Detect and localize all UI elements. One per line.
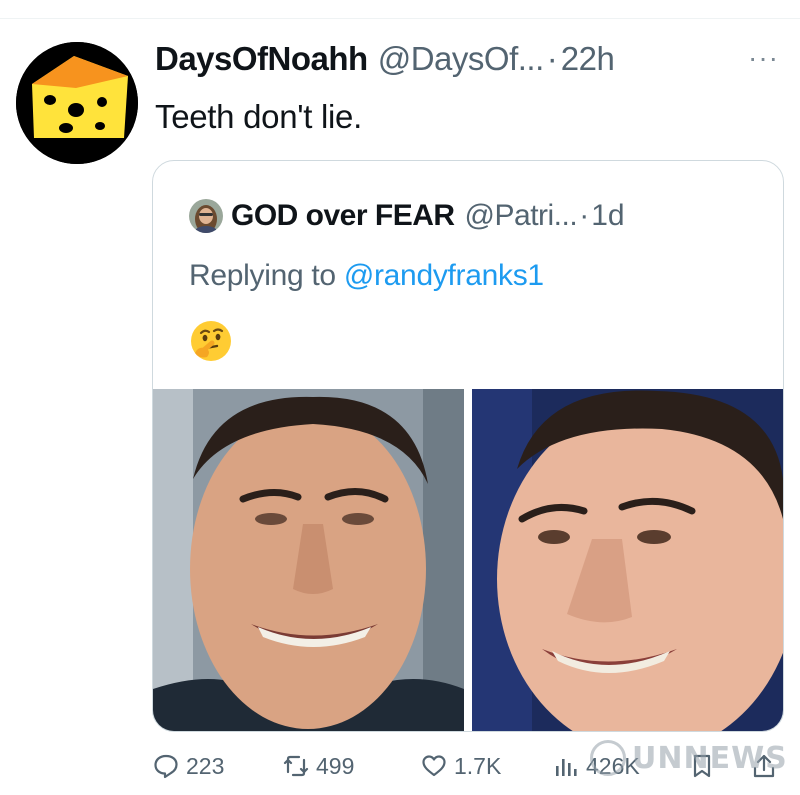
quoted-author-display-name[interactable]: GOD over FEAR <box>231 199 455 233</box>
photo-right[interactable] <box>472 389 783 731</box>
person-avatar-icon <box>189 199 223 233</box>
quoted-author-avatar[interactable] <box>189 199 223 233</box>
reply-button[interactable]: 223 <box>152 752 224 780</box>
retweet-button[interactable]: 499 <box>282 752 354 780</box>
author-handle[interactable]: @DaysOf... <box>378 40 545 78</box>
reply-icon <box>154 754 178 779</box>
photo-left[interactable] <box>153 389 464 731</box>
separator-dot: · <box>579 199 590 232</box>
thinking-face-icon <box>189 319 233 363</box>
author-display-name[interactable]: DaysOfNoahh <box>155 40 368 78</box>
retweet-count: 499 <box>316 752 355 779</box>
more-options-button[interactable]: ··· <box>748 42 779 74</box>
quoted-author-handle[interactable]: @Patri... <box>465 199 578 233</box>
like-count: 1.7K <box>454 752 502 779</box>
reply-count: 223 <box>186 752 225 779</box>
cheese-avatar-icon <box>16 42 138 164</box>
mention-link[interactable]: @randyfranks1 <box>344 259 544 292</box>
quoted-tweet-card[interactable]: GOD over FEAR @Patri... · 1d Replying to… <box>152 160 784 732</box>
separator-dot: · <box>546 40 558 77</box>
quoted-tweet-timestamp[interactable]: 1d <box>591 199 624 233</box>
top-divider <box>0 18 800 19</box>
tweet-header: DaysOfNoahh @DaysOf... · 22h <box>155 40 615 86</box>
share-icon <box>753 754 775 778</box>
replying-prefix: Replying to <box>189 259 344 292</box>
share-button[interactable] <box>750 752 784 780</box>
like-button[interactable]: 1.7K <box>420 752 501 780</box>
tweet-timestamp[interactable]: 22h <box>561 40 615 78</box>
views-button[interactable]: 426K <box>552 752 640 780</box>
views-bar-chart-icon <box>556 759 577 776</box>
retweet-icon <box>283 755 309 777</box>
tweet-action-bar: 223 499 1.7K 426K <box>152 752 792 792</box>
views-count: 426K <box>586 752 640 779</box>
author-avatar[interactable] <box>16 42 138 164</box>
tweet-text: Teeth don't lie. <box>155 98 362 135</box>
bookmark-button[interactable] <box>688 752 722 780</box>
bookmark-icon <box>693 754 711 778</box>
media-grid <box>153 389 783 731</box>
heart-icon <box>422 755 446 777</box>
replying-to-line: Replying to @randyfranks1 <box>189 259 544 293</box>
quoted-tweet-header: GOD over FEAR @Patri... · 1d <box>189 199 625 233</box>
